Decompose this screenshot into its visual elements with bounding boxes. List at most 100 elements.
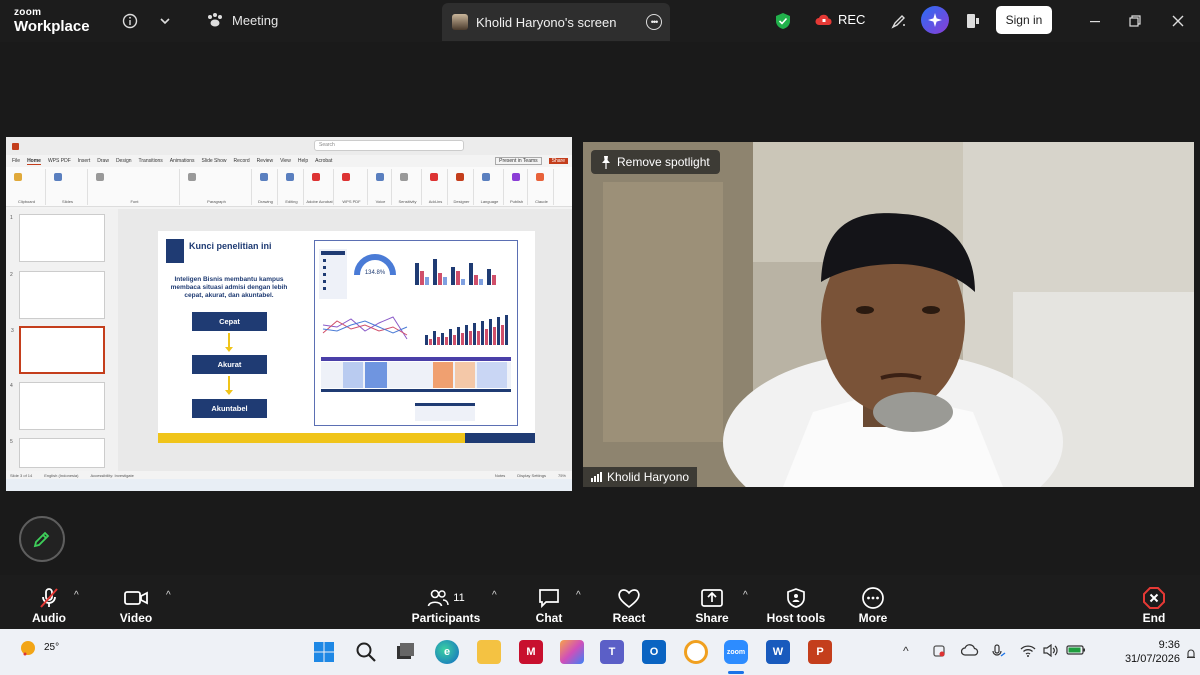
ribbon-tab[interactable]: Animations (170, 158, 195, 164)
ribbon-group[interactable]: Designer (450, 169, 474, 205)
info-icon[interactable] (118, 9, 142, 33)
security-tray-icon[interactable] (932, 644, 946, 661)
shield-check-icon[interactable] (771, 9, 795, 33)
chat-options-caret-icon[interactable]: ^ (576, 590, 581, 601)
apps-icon[interactable] (961, 9, 985, 33)
outlook-icon[interactable]: O (642, 640, 666, 664)
volume-icon[interactable] (1043, 643, 1059, 660)
down-arrow-icon (225, 376, 233, 395)
ribbon-tab[interactable]: Draw (97, 158, 109, 164)
ribbon-group[interactable]: Claude (530, 169, 554, 205)
ribbon-group[interactable]: Language (476, 169, 504, 205)
ribbon-group[interactable]: WPS PDF (336, 169, 368, 205)
ribbon-group[interactable]: Voice (370, 169, 392, 205)
slide-thumbnail[interactable]: 4 (10, 382, 105, 430)
video-options-caret-icon[interactable]: ^ (166, 590, 171, 601)
ribbon-tab[interactable]: WPS PDF (48, 158, 71, 164)
audio-options-caret-icon[interactable]: ^ (74, 590, 79, 601)
more-button[interactable]: More (833, 581, 913, 625)
sign-in-button[interactable]: Sign in (996, 6, 1052, 34)
annotate-pen-button[interactable] (19, 516, 65, 562)
zoom-app-icon[interactable]: zoom (724, 640, 748, 664)
close-icon[interactable] (1166, 9, 1190, 33)
slide-thumbnail-selected[interactable]: 3 (11, 326, 105, 374)
present-in-teams-button[interactable]: Present in Teams (495, 157, 542, 165)
ribbon-tab[interactable]: File (12, 158, 20, 164)
annotate-icon[interactable] (887, 9, 911, 33)
accessibility[interactable]: Accessibility: Investigate (91, 473, 134, 478)
shared-screen[interactable]: Search File Home WPS PDF Insert Draw Des… (6, 137, 572, 491)
participants-options-caret-icon[interactable]: ^ (492, 590, 497, 601)
mcafee-icon[interactable]: M (519, 640, 543, 664)
audio-button[interactable]: Audio (9, 581, 89, 625)
react-button[interactable]: React (589, 581, 669, 625)
ribbon-tab[interactable]: Record (234, 158, 250, 164)
ribbon-group[interactable]: Drawing (254, 169, 278, 205)
ribbon-tab[interactable]: Insert (78, 158, 91, 164)
participant-video[interactable]: Remove spotlight Kholid Haryono (583, 142, 1194, 487)
more-options-icon[interactable]: ••• (646, 14, 662, 30)
edge-browser-icon[interactable]: e (435, 640, 459, 664)
ribbon-group[interactable]: Clipboard (8, 169, 46, 205)
video-button[interactable]: Video (96, 581, 176, 625)
end-meeting-button[interactable]: End (1114, 581, 1194, 625)
meeting-indicator[interactable]: Meeting (206, 12, 278, 28)
shield-icon (787, 588, 805, 608)
search-icon[interactable] (354, 640, 378, 664)
notes-button[interactable]: Notes (495, 473, 505, 478)
copilot-icon[interactable] (560, 640, 584, 664)
clock[interactable]: 9:36 31/07/2026 (1100, 638, 1180, 666)
chat-button[interactable]: Chat (509, 581, 589, 625)
slide-thumbnail[interactable]: 5 (10, 438, 105, 468)
onedrive-icon[interactable] (960, 644, 979, 659)
participants-button[interactable]: 11 Participants (406, 581, 486, 625)
battery-charging-icon[interactable] (1066, 644, 1086, 659)
task-view-icon[interactable] (393, 640, 417, 664)
chevron-down-icon[interactable] (153, 9, 177, 33)
weather-widget[interactable]: 25° (18, 636, 59, 658)
ribbon-tab-active[interactable]: Home (27, 158, 41, 165)
ribbon-tab[interactable]: Help (298, 158, 308, 164)
minimize-icon[interactable] (1083, 9, 1107, 33)
ribbon-tab[interactable]: Slide Show (202, 158, 227, 164)
host-tools-button[interactable]: Host tools (756, 581, 836, 625)
ribbon-tab[interactable]: Transitions (139, 158, 163, 164)
ribbon-group[interactable]: Sensitivity (394, 169, 422, 205)
notification-bell-icon[interactable] (1186, 647, 1196, 665)
remove-spotlight-button[interactable]: Remove spotlight (591, 150, 720, 174)
ribbon-group[interactable]: Paragraph (182, 169, 252, 205)
microphone-tray-icon[interactable] (990, 644, 1006, 661)
ribbon-tab[interactable]: Design (116, 158, 132, 164)
windows-start-icon[interactable] (312, 640, 336, 664)
ribbon-tab[interactable]: Review (257, 158, 273, 164)
slide-thumbnail[interactable]: 1 (10, 214, 105, 262)
ai-companion-button[interactable] (921, 6, 949, 34)
record-button[interactable]: REC (815, 12, 865, 27)
file-explorer-icon[interactable] (477, 640, 501, 664)
restore-icon[interactable] (1123, 9, 1147, 33)
ribbon-group[interactable]: Add-ins (424, 169, 448, 205)
display-settings-button[interactable]: Display Settings (517, 473, 546, 478)
ribbon-group[interactable]: Adobe Acrobat (306, 169, 334, 205)
ribbon-group[interactable]: Publish (506, 169, 528, 205)
ribbon-group[interactable]: Font (90, 169, 180, 205)
end-label: End (1142, 611, 1166, 625)
ppt-share-button[interactable]: Share (548, 158, 568, 164)
ribbon-group[interactable]: Slides (48, 169, 88, 205)
zoom-level[interactable]: 75% (558, 473, 566, 478)
slide-thumbnail[interactable]: 2 (10, 271, 105, 319)
powerpoint-icon[interactable]: P (808, 640, 832, 664)
share-options-caret-icon[interactable]: ^ (743, 590, 748, 601)
teams-icon[interactable]: T (600, 640, 624, 664)
ribbon-group[interactable]: Editing (280, 169, 304, 205)
word-icon[interactable]: W (766, 640, 790, 664)
show-hidden-icons-icon[interactable]: ^ (903, 644, 909, 658)
vpn-icon[interactable] (684, 640, 708, 664)
ppt-search-field[interactable]: Search (314, 140, 464, 151)
ribbon-tab[interactable]: Acrobat (315, 158, 332, 164)
ribbon-tab[interactable]: View (280, 158, 291, 164)
screen-share-tab[interactable]: Kholid Haryono's screen ••• (442, 3, 670, 41)
current-slide[interactable]: Kunci penelitian ini Inteligen Bisnis me… (158, 231, 535, 443)
share-button[interactable]: Share (672, 581, 752, 625)
wifi-icon[interactable] (1020, 644, 1036, 660)
